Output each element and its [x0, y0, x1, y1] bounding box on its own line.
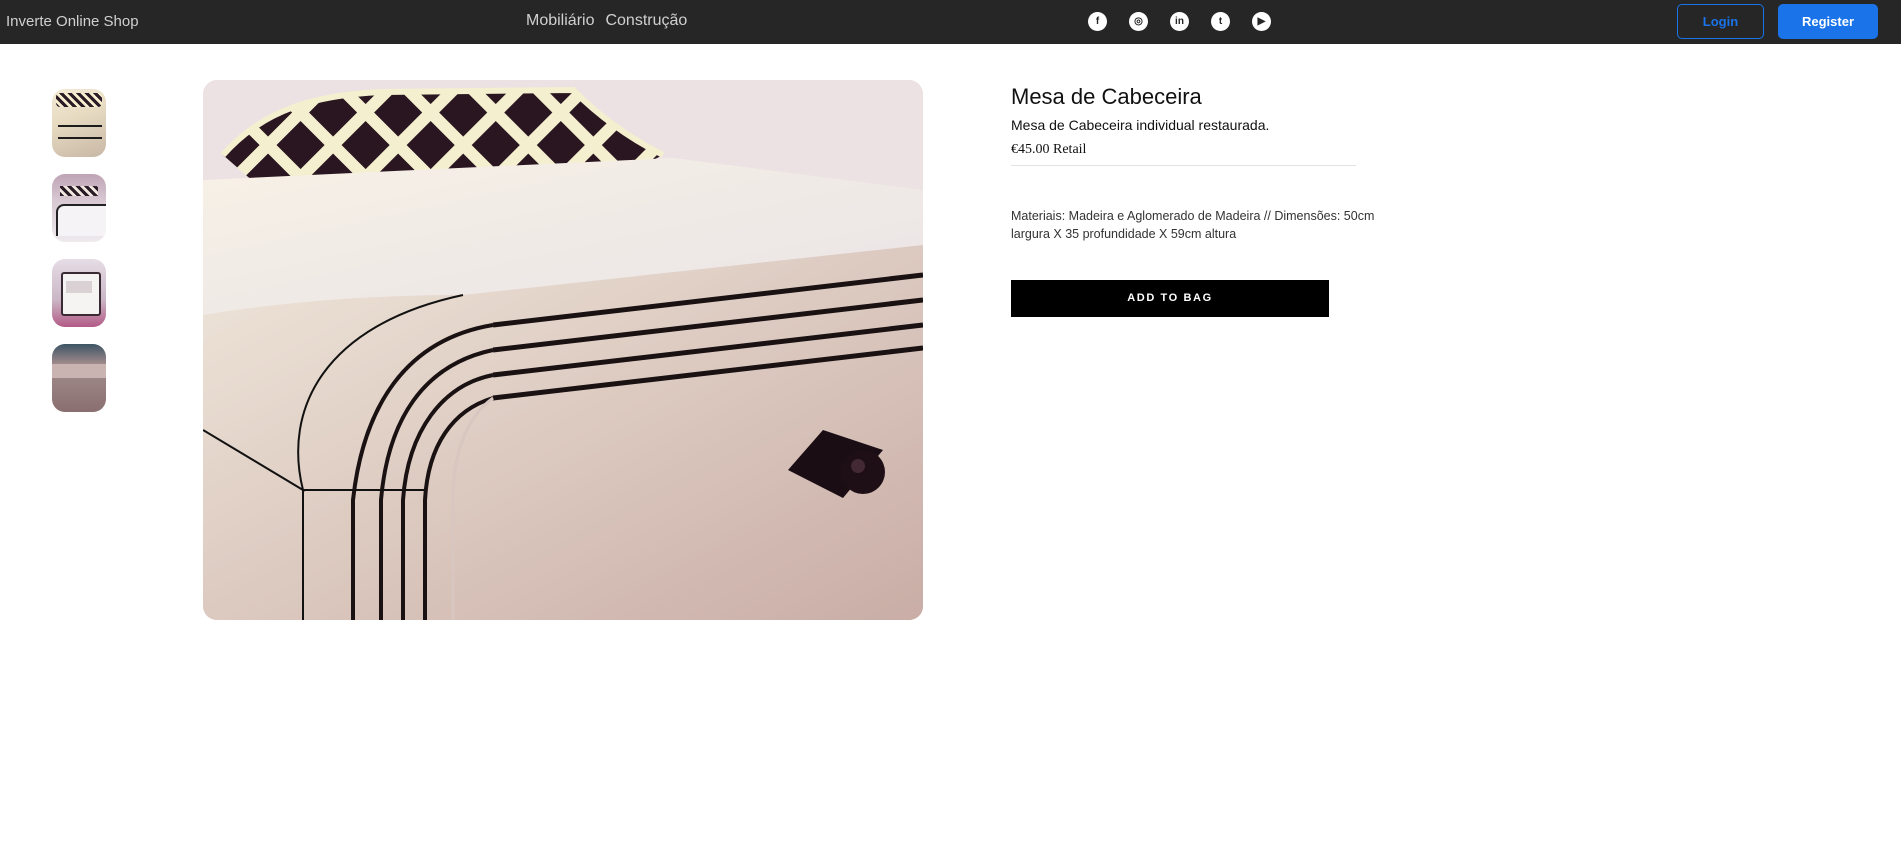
login-button[interactable]: Login	[1677, 4, 1764, 39]
product-photo-illustration	[203, 80, 923, 620]
twitter-icon[interactable]: t	[1211, 12, 1230, 31]
price-divider	[1011, 165, 1356, 166]
thumbnail-2[interactable]	[52, 174, 106, 242]
nav-item-mobiliario[interactable]: Mobiliário	[526, 12, 594, 30]
facebook-icon-glyph: f	[1095, 16, 1100, 27]
product-price: €45.00 Retail	[1011, 142, 1087, 157]
instagram-icon[interactable]: ◎	[1129, 12, 1148, 31]
social-links: f ◎ in t ▶	[1088, 12, 1271, 31]
linkedin-icon-glyph: in	[1175, 16, 1184, 27]
product-main-image[interactable]	[203, 80, 923, 620]
product-subtitle: Mesa de Cabeceira individual restaurada.	[1011, 117, 1270, 133]
thumbnail-3[interactable]	[52, 259, 106, 327]
product-description: Materiais: Madeira e Aglomerado de Madei…	[1011, 209, 1375, 241]
facebook-icon[interactable]: f	[1088, 12, 1107, 31]
thumbnail-4[interactable]	[52, 344, 106, 412]
youtube-icon-glyph: ▶	[1257, 16, 1266, 27]
thumbnail-1[interactable]	[52, 89, 106, 157]
youtube-icon[interactable]: ▶	[1252, 12, 1271, 31]
thumbnail-list	[52, 89, 106, 429]
add-to-bag-button[interactable]: ADD TO BAG	[1011, 280, 1329, 317]
linkedin-icon[interactable]: in	[1170, 12, 1189, 31]
register-button[interactable]: Register	[1778, 4, 1878, 39]
nav-item-construcao[interactable]: Construção	[605, 12, 687, 30]
instagram-icon-glyph: ◎	[1134, 16, 1143, 27]
brand-name[interactable]: Inverte Online Shop	[6, 13, 139, 30]
main-nav: Mobiliário Construção	[526, 12, 687, 30]
top-navbar: Inverte Online Shop Mobiliário Construçã…	[0, 0, 1901, 44]
twitter-icon-glyph: t	[1218, 16, 1223, 27]
product-title: Mesa de Cabeceira	[1011, 84, 1202, 109]
